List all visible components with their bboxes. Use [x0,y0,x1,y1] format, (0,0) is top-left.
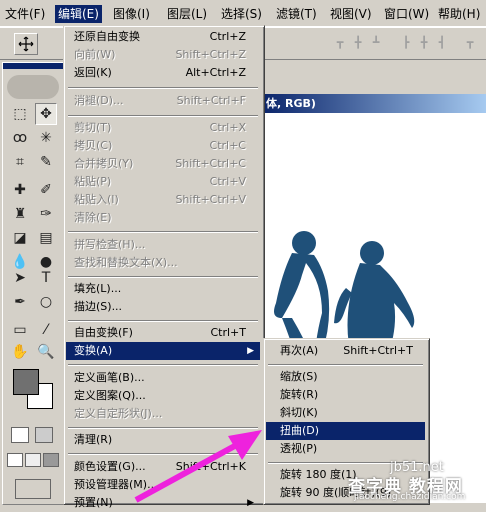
menu-select[interactable]: 选择(S) [218,5,265,23]
eraser-tool-icon[interactable]: ◪ [9,227,31,249]
gradient-tool-icon[interactable]: ▤ [35,227,57,249]
submenu-item-distort[interactable]: 扭曲(D) [266,422,425,440]
submenu-item-skew[interactable]: 斜切(K) [266,404,425,422]
align-bottom-icon[interactable]: ┻ [368,36,384,50]
menu-view[interactable]: 视图(V) [327,5,375,23]
submenu-item-rotate[interactable]: 旋转(R) [266,386,425,404]
quickmask-mode-icon[interactable] [35,427,53,443]
standard-mode-icon[interactable] [11,427,29,443]
menu-item-free-transform[interactable]: 自由变换(F) Ctrl+T [66,324,260,342]
menu-item-cut[interactable]: 剪切(T) Ctrl+X [66,119,260,137]
separator [68,320,258,322]
menu-edit[interactable]: 编辑(E) [55,5,102,23]
menu-item-paste[interactable]: 粘贴(P) Ctrl+V [66,173,260,191]
move-tool-icon[interactable]: ✥ [35,103,57,125]
separator [68,231,258,233]
crop-tool-icon[interactable]: ⌗ [9,151,31,173]
menu-item-copy[interactable]: 拷贝(C) Ctrl+C [66,137,260,155]
menu-item-fade[interactable]: 消褪(D)... Shift+Ctrl+F [66,92,260,110]
lasso-tool-icon[interactable]: ꝏ [9,127,31,149]
separator [68,115,258,117]
menu-item-fill[interactable]: 填充(L)... [66,280,260,298]
document-title: 体, RGB) [262,94,486,113]
menu-filter[interactable]: 滤镜(T) [273,5,320,23]
align-top-icon[interactable]: ┳ [332,36,348,50]
screen-mode-2-icon[interactable] [25,453,41,467]
menu-item-clear[interactable]: 清除(E) [66,209,260,227]
menu-item-step-forward[interactable]: 向前(W) Shift+Ctrl+Z [66,46,260,64]
submenu-arrow-icon: ▶ [247,346,254,356]
menu-layer[interactable]: 图层(L) [164,5,210,23]
separator [68,364,258,366]
path-select-icon[interactable]: ➤ [9,267,31,289]
align-middle-icon[interactable]: ╋ [350,36,366,50]
brush-tool-icon[interactable]: ✐ [35,179,57,201]
separator [68,87,258,89]
magic-wand-icon[interactable]: ✳ [35,127,57,149]
menu-item-stroke[interactable]: 描边(S)... [66,298,260,316]
ellipse-tool-icon[interactable]: ○ [35,291,57,313]
align-center-icon[interactable]: ╋ [416,36,432,50]
menu-item-copy-merged[interactable]: 合并拷贝(Y) Shift+Ctrl+C [66,155,260,173]
pen-tool-icon[interactable]: ✒ [9,291,31,313]
menu-image[interactable]: 图像(I) [110,5,153,23]
move-icon [18,36,34,52]
jump-to-imageready-icon[interactable] [15,479,51,499]
tools-title-bar [3,63,63,69]
slice-tool-icon[interactable]: ✎ [35,151,57,173]
notes-tool-icon[interactable]: ▭ [9,319,31,341]
distribute-icon[interactable]: ┳ [462,36,478,50]
submenu-item-scale[interactable]: 缩放(S) [266,368,425,386]
history-brush-icon[interactable]: ✑ [35,203,57,225]
menu-window[interactable]: 窗口(W) [381,5,432,23]
screen-mode-3-icon[interactable] [43,453,59,467]
menu-item-transform[interactable]: 变换(A) ▶ [66,342,260,360]
tools-palette: ⬚ ✥ ꝏ ✳ ⌗ ✎ ✚ ✐ ♜ ✑ ◪ ▤ 💧 ● ➤ T ✒ ○ ▭ ⁄ … [2,62,64,505]
watermark: jb51.net 查字典 教程网 jiaocheng.chazidian.com [348,458,484,503]
watermark-url: jiaocheng.chazidian.com [354,492,466,502]
align-right-icon[interactable]: ┫ [434,36,450,50]
stamp-tool-icon[interactable]: ♜ [9,203,31,225]
move-tool-preset[interactable] [14,33,38,55]
align-left-icon[interactable]: ┣ [398,36,414,50]
submenu-item-perspective[interactable]: 透视(P) [266,440,425,458]
menu-item-spell-check[interactable]: 拼写检查(H)... [66,236,260,254]
menu-item-step-backward[interactable]: 返回(K) Alt+Ctrl+Z [66,64,260,82]
zoom-tool-icon[interactable]: 🔍 [35,341,57,363]
annotation-arrow [134,430,262,503]
screen-mode-1-icon[interactable] [7,453,23,467]
separator [68,276,258,278]
menu-file[interactable]: 文件(F) [2,5,48,23]
menu-item-undo[interactable]: 还原自由变换 Ctrl+Z [66,28,260,46]
menu-item-find-replace[interactable]: 查找和替换文本(X)... [66,254,260,272]
healing-brush-icon[interactable]: ✚ [9,179,31,201]
type-tool-icon[interactable]: T [35,267,57,289]
app-logo [7,75,59,99]
submenu-item-again[interactable]: 再次(A) Shift+Ctrl+T [266,342,425,360]
menu-item-paste-into[interactable]: 粘贴入(I) Shift+Ctrl+V [66,191,260,209]
eyedropper-icon[interactable]: ⁄ [35,319,57,341]
menu-item-define-brush[interactable]: 定义画笔(B)... [66,369,260,387]
menu-bar: 文件(F) 编辑(E) 图像(I) 图层(L) 选择(S) 滤镜(T) 视图(V… [0,0,486,27]
marquee-tool-icon[interactable]: ⬚ [9,103,31,125]
menu-help[interactable]: 帮助(H) [435,5,483,23]
hand-tool-icon[interactable]: ✋ [9,341,31,363]
foreground-color-front[interactable] [13,369,39,395]
menu-item-define-pattern[interactable]: 定义图案(Q)... [66,387,260,405]
separator [268,364,423,366]
